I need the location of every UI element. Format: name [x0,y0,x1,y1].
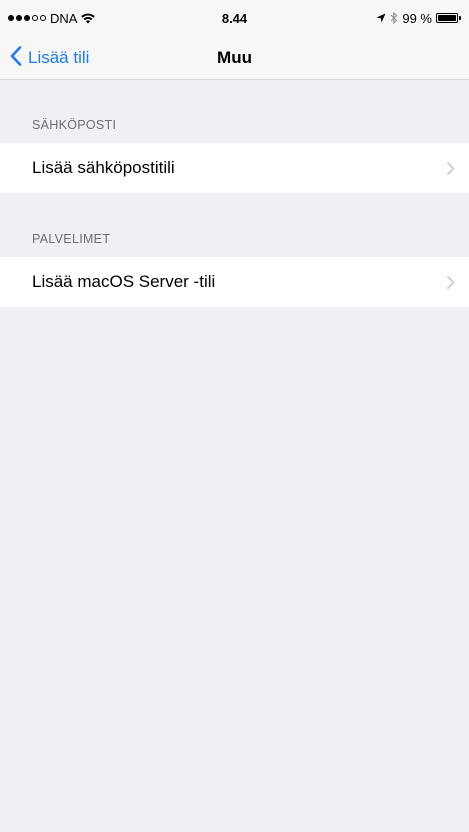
location-icon [376,13,386,23]
add-email-account-row[interactable]: Lisää sähköpostitili [0,143,469,193]
signal-dot [8,15,14,21]
signal-dot [32,15,38,21]
add-email-account-label: Lisää sähköpostitili [32,158,175,177]
add-macos-server-account-label: Lisää macOS Server -tili [32,272,216,291]
carrier-name: DNA [50,10,78,26]
back-button-label: Lisää tili [28,48,90,67]
chevron-right-icon [447,161,455,175]
wifi-icon [81,13,96,24]
section-header-servers: PALVELIMET [32,232,111,246]
battery-tip [459,16,461,20]
section-header-email: SÄHKÖPOSTI [32,118,117,132]
add-macos-server-account-row[interactable]: Lisää macOS Server -tili [0,257,469,307]
back-button[interactable]: Lisää tili [10,36,89,80]
status-left: DNA [8,11,178,26]
battery-percentage: 99 % [402,10,432,26]
signal-dot [40,15,46,21]
chevron-right-icon [447,275,455,289]
signal-dot [16,15,22,21]
signal-strength-icon [8,15,46,21]
chevron-left-icon [10,45,22,71]
battery-icon [436,13,461,23]
status-time: 8.44 [221,10,248,26]
settings-screen: DNA 8.44 99 % Lisää tili Muu SÄHKÖPOSTI … [0,0,469,832]
signal-dot [24,15,30,21]
navigation-bar: Lisää tili Muu [0,36,469,80]
status-right: 99 % [291,11,461,26]
bluetooth-icon [390,12,398,24]
status-bar: DNA 8.44 99 % [0,0,469,36]
battery-body [436,13,458,23]
battery-fill [438,15,456,21]
